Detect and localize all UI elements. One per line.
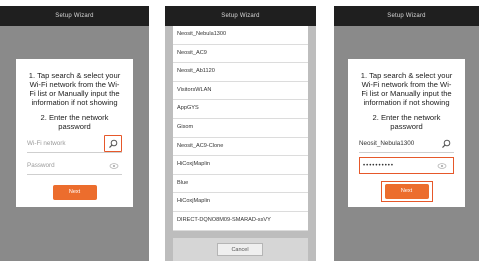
list-item[interactable]: Blue (173, 175, 308, 194)
cancel-footer: Cancel (173, 238, 308, 261)
title-bar: Setup Wizard (334, 6, 479, 26)
wifi-network-placeholder[interactable]: Wi-Fi network (27, 140, 104, 147)
wifi-setup-dialog: 1. Tap search & select your Wi-Fi networ… (348, 59, 465, 207)
instruction-step-1: 1. Tap search & select your Wi-Fi networ… (360, 71, 453, 107)
next-button[interactable]: Next (52, 185, 97, 200)
list-item[interactable]: HiCoxjMaplin (173, 193, 308, 212)
eye-icon[interactable] (106, 158, 122, 174)
password-field[interactable]: •••••••••• (359, 157, 454, 174)
next-button-highlight: Next (380, 181, 433, 202)
wifi-network-value[interactable]: Neosit_Nebula1300 (359, 140, 438, 147)
list-item[interactable]: Neosit_AC9-Clone (173, 138, 308, 157)
phone-screen-1: Setup Wizard 1. Tap search & select your… (0, 6, 149, 261)
password-placeholder[interactable]: Password (27, 162, 106, 169)
list-item[interactable]: Neosit_AC9 (173, 45, 308, 64)
instruction-step-1: 1. Tap search & select your Wi-Fi networ… (28, 71, 121, 107)
title-bar: Setup Wizard (0, 6, 149, 26)
title-bar: Setup Wizard (165, 6, 316, 26)
list-item[interactable]: VisitorsWLAN (173, 82, 308, 101)
list-item[interactable]: Neosit_Ab1120 (173, 63, 308, 82)
wifi-setup-dialog: 1. Tap search & select your Wi-Fi networ… (16, 59, 133, 207)
search-icon[interactable] (104, 135, 122, 152)
search-icon[interactable] (438, 136, 454, 152)
list-item[interactable]: HiCoxjMaplin (173, 156, 308, 175)
list-item[interactable]: AppGYS (173, 100, 308, 119)
password-value[interactable]: •••••••••• (363, 163, 434, 169)
instruction-step-2: 2. Enter the network password (40, 113, 109, 131)
cancel-button[interactable]: Cancel (217, 243, 263, 256)
eye-icon[interactable] (434, 158, 450, 174)
next-button[interactable]: Next (384, 184, 429, 199)
password-field[interactable]: Password (27, 157, 122, 175)
phone-screen-2: Setup Wizard Neosit_Nebula1300 Neosit_AC… (165, 6, 316, 261)
phone-screen-3: Setup Wizard 1. Tap search & select your… (334, 6, 479, 261)
wifi-network-list: Neosit_Nebula1300 Neosit_AC9 Neosit_Ab11… (173, 26, 308, 231)
list-item[interactable]: DIRECT-DQNO8M09-SMARAD-ssVY (173, 212, 308, 231)
tutorial-screenshots: Setup Wizard 1. Tap search & select your… (0, 0, 479, 275)
wifi-network-field[interactable]: Neosit_Nebula1300 (359, 135, 454, 153)
instruction-step-2: 2. Enter the network password (372, 113, 441, 131)
list-item[interactable]: Gisom (173, 119, 308, 138)
wifi-network-field[interactable]: Wi-Fi network (27, 135, 122, 153)
list-item[interactable]: Neosit_Nebula1300 (173, 26, 308, 45)
